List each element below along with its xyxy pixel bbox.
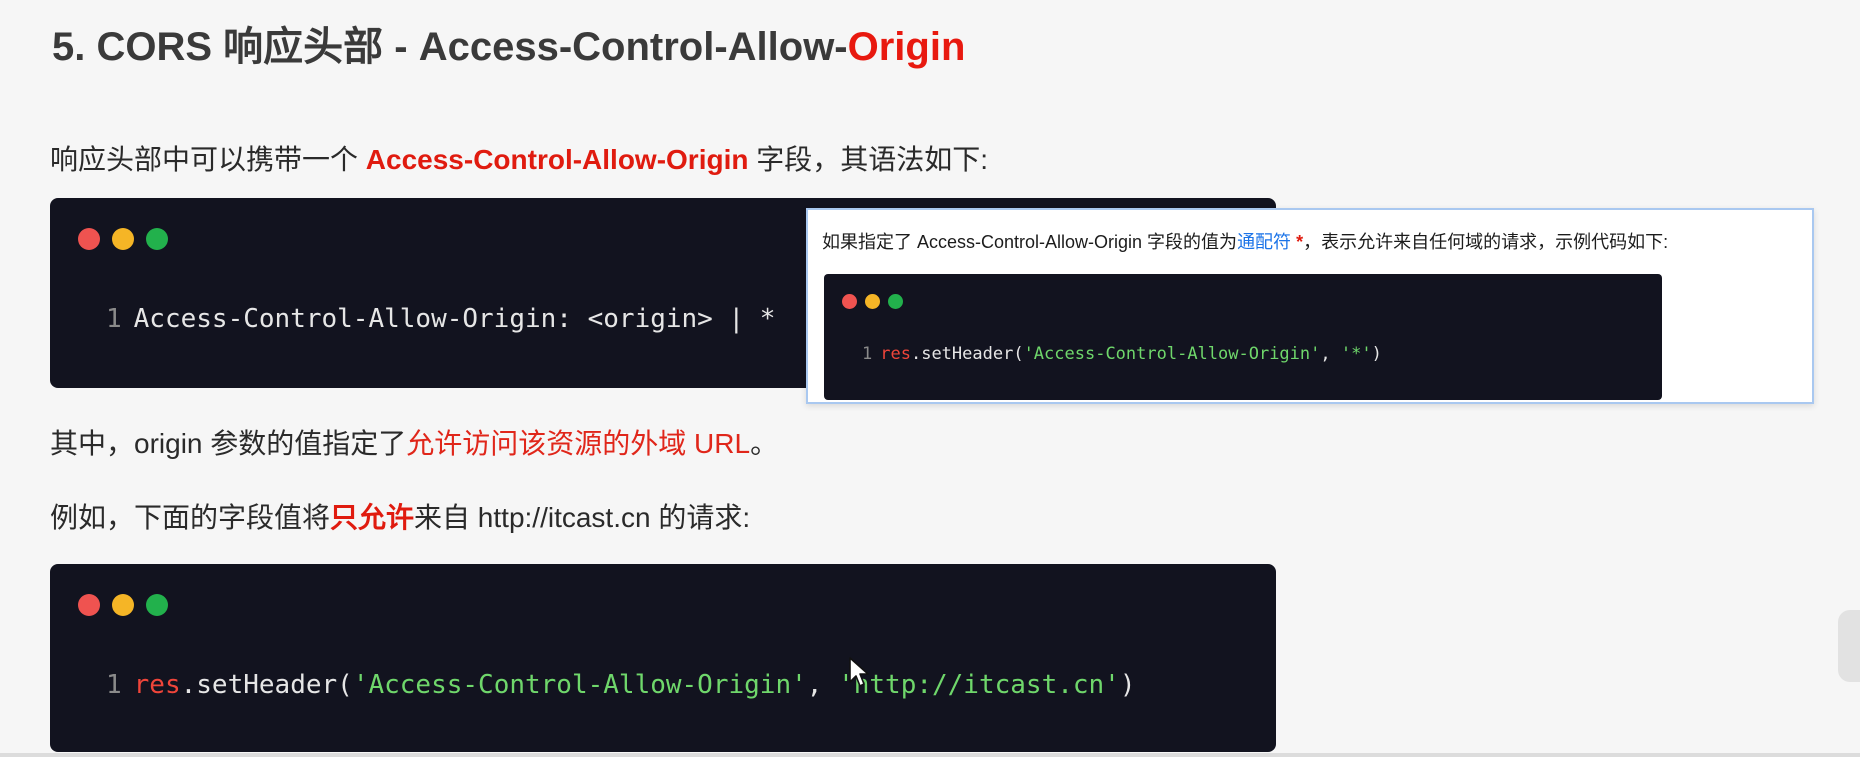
popup-after: ，表示允许来自任何域的请求，示例代码如下:	[1303, 232, 1669, 252]
window-maximize-dot-icon	[888, 294, 903, 309]
line-number: 1	[106, 670, 122, 700]
intro-highlight: Access-Control-Allow-Origin	[365, 144, 749, 175]
window-controls	[842, 294, 903, 309]
title-highlight: Origin	[847, 25, 966, 69]
bottom-edge	[0, 753, 1860, 757]
code-close: )	[1119, 670, 1136, 700]
code-line: 1 Access-Control-Allow-Origin: <origin> |…	[106, 304, 775, 334]
code-separator: ,	[1320, 344, 1341, 364]
window-close-dot-icon	[78, 228, 100, 250]
code-arg-value: 'http://itcast.cn'	[838, 670, 1120, 700]
page-title: 5. CORS 响应头部 - Access-Control-Allow-Orig…	[52, 14, 965, 72]
code-line: 1 res.setHeader('Access-Control-Allow-Ori…	[862, 344, 1382, 364]
window-maximize-dot-icon	[146, 228, 168, 250]
code-separator: ,	[806, 670, 839, 700]
scroll-handle[interactable]	[1838, 610, 1860, 682]
origin-highlight: 允许访问该资源的外域 URL	[406, 428, 751, 459]
window-minimize-dot-icon	[112, 594, 134, 616]
code-call: .setHeader(	[180, 670, 353, 700]
line-number: 1	[862, 344, 873, 364]
popup-link[interactable]: 通配符	[1237, 232, 1291, 252]
window-close-dot-icon	[842, 294, 857, 309]
example-after: 来自 http://itcast.cn 的请求:	[414, 502, 751, 533]
code-call: .setHeader(	[910, 344, 1024, 364]
example-paragraph: 例如，下面的字段值将只允许来自 http://itcast.cn 的请求:	[50, 496, 750, 536]
code-identifier: res	[133, 670, 181, 700]
code-identifier: res	[880, 344, 911, 364]
code-line: 1 res.setHeader('Access-Control-Allow-Ori…	[106, 670, 1136, 700]
origin-before: 其中，origin 参数的值指定了	[50, 428, 407, 459]
wildcard-popup: 如果指定了 Access-Control-Allow-Origin 字段的值为通…	[806, 208, 1814, 404]
example-before: 例如，下面的字段值将	[50, 502, 331, 533]
line-number: 1	[106, 304, 122, 334]
window-minimize-dot-icon	[112, 228, 134, 250]
code-arg-value: '*'	[1340, 344, 1372, 364]
window-minimize-dot-icon	[865, 294, 880, 309]
code-arg-header: 'Access-Control-Allow-Origin'	[352, 670, 807, 700]
popup-code-block: 1 res.setHeader('Access-Control-Allow-Ori…	[824, 274, 1662, 400]
intro-paragraph: 响应头部中可以携带一个 Access-Control-Allow-Origin …	[50, 138, 988, 178]
popup-star: *	[1291, 232, 1304, 252]
origin-paragraph: 其中，origin 参数的值指定了允许访问该资源的外域 URL。	[50, 422, 778, 462]
intro-before: 响应头部中可以携带一个	[50, 144, 366, 175]
popup-text: 如果指定了 Access-Control-Allow-Origin 字段的值为通…	[822, 228, 1668, 254]
intro-after: 字段，其语法如下:	[748, 144, 989, 175]
example-highlight: 只允许	[330, 502, 415, 533]
code-arg-header: 'Access-Control-Allow-Origin'	[1023, 344, 1321, 364]
origin-after: 。	[750, 428, 779, 459]
mouse-cursor-icon	[849, 657, 869, 687]
window-close-dot-icon	[78, 594, 100, 616]
window-controls	[78, 594, 168, 616]
window-controls	[78, 228, 168, 250]
popup-before: 如果指定了 Access-Control-Allow-Origin 字段的值为	[822, 232, 1238, 252]
window-maximize-dot-icon	[146, 594, 168, 616]
code-text: Access-Control-Allow-Origin: <origin> | …	[133, 304, 776, 334]
title-main: 5. CORS 响应头部 - Access-Control-Allow-	[52, 25, 848, 69]
example-code-block: 1 res.setHeader('Access-Control-Allow-Ori…	[50, 564, 1276, 752]
code-close: )	[1371, 344, 1382, 364]
